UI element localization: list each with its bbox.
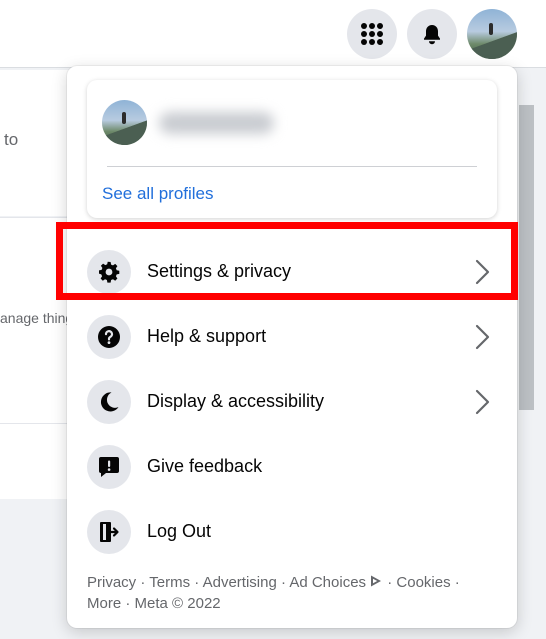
separator: · [450, 574, 460, 591]
footer-link-privacy[interactable]: Privacy [87, 574, 136, 591]
scrollbar-thumb[interactable] [519, 105, 534, 410]
profile-name-redacted [159, 112, 274, 134]
question-icon [98, 326, 120, 348]
logout-icon-circle [87, 510, 131, 554]
avatar-image-person [122, 112, 126, 124]
ad-choices-icon [371, 575, 382, 587]
highlight-box [56, 222, 518, 300]
separator: · [136, 574, 150, 591]
avatar [102, 100, 147, 145]
moon-icon [100, 392, 119, 412]
bell-icon [424, 25, 440, 45]
menu-item-give-feedback[interactable]: Give feedback [87, 437, 497, 497]
menu-item-help-support[interactable]: Help & support [87, 307, 497, 367]
menu-item-label: Help & support [147, 326, 267, 346]
logout-icon [100, 522, 119, 542]
separator: · [276, 574, 290, 591]
menu-item-label: Display & accessibility [147, 391, 325, 411]
footer-copyright: Meta © 2022 [134, 595, 221, 612]
menu-item-label: Log Out [147, 521, 212, 541]
chevron-right-icon [475, 389, 490, 415]
menu-item-label: Give feedback [147, 456, 263, 476]
moon-icon-circle [87, 380, 131, 424]
see-all-profiles-link[interactable]: See all profiles [102, 184, 214, 204]
footer-link-cookies[interactable]: Cookies [396, 574, 450, 591]
footer-link-terms[interactable]: Terms [149, 574, 190, 591]
menu-item-display-accessibility[interactable]: Display & accessibility [87, 372, 497, 432]
account-dropdown-menu: See all profiles Settings & privacy Help… [67, 66, 517, 628]
feedback-icon-circle [87, 445, 131, 489]
avatar-image-person [489, 23, 493, 35]
avatar-image-mountain [102, 120, 147, 145]
ad-choices-label: Ad Choices [289, 574, 367, 591]
background-text: to [4, 130, 19, 149]
top-bar [0, 0, 546, 68]
feedback-icon [99, 457, 119, 477]
grid-icon [361, 23, 383, 45]
menu-button[interactable] [347, 9, 397, 59]
footer-link-more[interactable]: More [87, 595, 121, 612]
footer-links: Privacy · Terms · Advertising · Ad Choic… [87, 572, 487, 614]
footer-link-advertising[interactable]: Advertising [203, 574, 277, 591]
notifications-button[interactable] [407, 9, 457, 59]
profile-avatar-button[interactable] [467, 9, 517, 59]
divider [107, 166, 477, 167]
separator: · [383, 574, 397, 591]
separator: · [190, 574, 203, 591]
avatar-image-mountain [467, 31, 517, 59]
chevron-right-icon [475, 324, 490, 350]
separator: · [121, 595, 135, 612]
question-icon-circle [87, 315, 131, 359]
menu-item-log-out[interactable]: Log Out [87, 502, 497, 562]
profile-card[interactable]: See all profiles [87, 80, 497, 218]
footer-link-ad-choices[interactable]: Ad Choices [289, 574, 383, 591]
